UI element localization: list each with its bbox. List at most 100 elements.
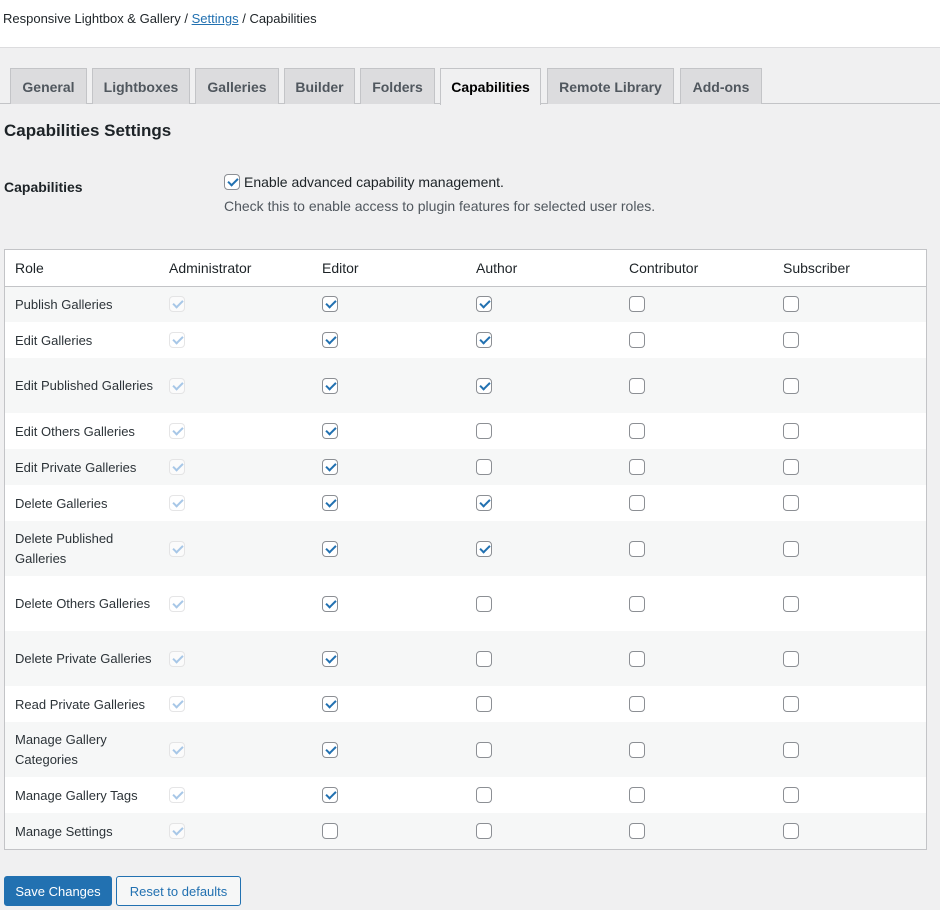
capability-checkbox-author[interactable] xyxy=(476,332,492,348)
capability-checkbox-contributor[interactable] xyxy=(629,332,645,348)
capability-checkbox-editor[interactable] xyxy=(322,377,338,394)
capability-checkbox-contributor[interactable] xyxy=(629,459,645,475)
capability-checkbox-subscriber[interactable] xyxy=(783,595,799,612)
breadcrumb-current: Capabilities xyxy=(249,11,317,26)
role-cell-editor xyxy=(312,286,466,322)
capability-checkbox-editor[interactable] xyxy=(322,296,338,313)
capability-checkbox-author[interactable] xyxy=(476,423,492,439)
capability-checkbox-contributor[interactable] xyxy=(629,595,645,612)
role-cell-contributor xyxy=(619,813,773,849)
capability-checkbox-author[interactable] xyxy=(476,540,492,557)
capability-checkbox-contributor[interactable] xyxy=(629,741,645,758)
role-cell-author xyxy=(466,631,619,686)
capability-checkbox-subscriber[interactable] xyxy=(783,650,799,667)
capability-checkbox-editor[interactable] xyxy=(322,423,338,439)
capability-checkbox-subscriber[interactable] xyxy=(783,741,799,758)
capability-checkbox-editor[interactable] xyxy=(322,696,338,712)
reset-defaults-button[interactable]: Reset to defaults xyxy=(116,876,241,906)
capability-checkbox-editor[interactable] xyxy=(322,787,338,803)
capability-checkbox-contributor[interactable] xyxy=(629,377,645,394)
capability-checkbox-contributor[interactable] xyxy=(629,540,645,557)
capability-checkbox-author[interactable] xyxy=(476,650,492,667)
table-row: Delete Others Galleries xyxy=(5,576,926,631)
column-header-role: Role xyxy=(5,250,159,287)
capability-checkbox-subscriber[interactable] xyxy=(783,823,799,839)
capability-checkbox-author[interactable] xyxy=(476,696,492,712)
tab-folders[interactable]: Folders xyxy=(360,68,435,104)
role-cell-subscriber xyxy=(773,322,926,358)
role-cell-contributor xyxy=(619,286,773,322)
capability-checkbox-editor[interactable] xyxy=(322,540,338,557)
tab-general[interactable]: General xyxy=(10,68,87,104)
role-cell-editor xyxy=(312,485,466,521)
capability-checkbox-administrator xyxy=(169,332,185,348)
capability-checkbox-author[interactable] xyxy=(476,787,492,803)
table-row: Manage Gallery Categories xyxy=(5,722,926,777)
enable-capability-management[interactable]: Enable advanced capability management. xyxy=(224,174,504,190)
capability-checkbox-subscriber[interactable] xyxy=(783,495,799,511)
capability-checkbox-contributor[interactable] xyxy=(629,696,645,712)
role-cell-editor xyxy=(312,576,466,631)
role-cell-editor xyxy=(312,631,466,686)
capability-checkbox-editor[interactable] xyxy=(322,332,338,348)
capability-checkbox-editor[interactable] xyxy=(322,650,338,667)
capability-checkbox-contributor[interactable] xyxy=(629,296,645,313)
tab-capabilities[interactable]: Capabilities xyxy=(440,68,541,105)
capability-checkbox-subscriber[interactable] xyxy=(783,787,799,803)
capability-checkbox-author[interactable] xyxy=(476,823,492,839)
tab-galleries[interactable]: Galleries xyxy=(195,68,279,104)
capability-checkbox-subscriber[interactable] xyxy=(783,540,799,557)
capability-checkbox-author[interactable] xyxy=(476,296,492,313)
save-changes-button[interactable]: Save Changes xyxy=(4,876,112,906)
capability-checkbox-editor[interactable] xyxy=(322,495,338,511)
table-row: Edit Others Galleries xyxy=(5,413,926,449)
role-cell-subscriber xyxy=(773,777,926,813)
role-cell-administrator xyxy=(159,449,312,485)
capability-checkbox-author[interactable] xyxy=(476,495,492,511)
capability-checkbox-author[interactable] xyxy=(476,741,492,758)
capability-checkbox-contributor[interactable] xyxy=(629,423,645,439)
breadcrumb-plugin: Responsive Lightbox & Gallery xyxy=(3,11,181,26)
breadcrumb-settings-link[interactable]: Settings xyxy=(192,11,239,26)
capability-checkbox-subscriber[interactable] xyxy=(783,377,799,394)
capability-checkbox-author[interactable] xyxy=(476,459,492,475)
capability-checkbox-administrator xyxy=(169,377,185,394)
capability-checkbox-subscriber[interactable] xyxy=(783,423,799,439)
role-cell-administrator xyxy=(159,686,312,722)
capability-checkbox-subscriber[interactable] xyxy=(783,332,799,348)
capability-checkbox-editor[interactable] xyxy=(322,823,338,839)
role-cell-author xyxy=(466,777,619,813)
capability-checkbox-subscriber[interactable] xyxy=(783,459,799,475)
capability-checkbox-contributor[interactable] xyxy=(629,650,645,667)
capability-checkbox-author[interactable] xyxy=(476,377,492,394)
role-cell-administrator xyxy=(159,413,312,449)
capability-label: Edit Others Galleries xyxy=(5,413,159,449)
role-cell-editor xyxy=(312,358,466,413)
capability-label: Edit Galleries xyxy=(5,322,159,358)
capability-checkbox-editor[interactable] xyxy=(322,459,338,475)
capability-checkbox-subscriber[interactable] xyxy=(783,296,799,313)
role-cell-author xyxy=(466,521,619,576)
tab-lightboxes[interactable]: Lightboxes xyxy=(92,68,190,104)
enable-capability-checkbox[interactable] xyxy=(224,174,240,190)
capability-checkbox-subscriber[interactable] xyxy=(783,696,799,712)
role-cell-administrator xyxy=(159,631,312,686)
capability-checkbox-contributor[interactable] xyxy=(629,787,645,803)
capability-checkbox-administrator xyxy=(169,696,185,712)
capability-checkbox-contributor[interactable] xyxy=(629,823,645,839)
tab-builder[interactable]: Builder xyxy=(284,68,355,104)
tab-add-ons[interactable]: Add-ons xyxy=(680,68,762,104)
role-cell-author xyxy=(466,576,619,631)
role-cell-author xyxy=(466,722,619,777)
capability-checkbox-editor[interactable] xyxy=(322,595,338,612)
capability-checkbox-editor[interactable] xyxy=(322,741,338,758)
role-cell-subscriber xyxy=(773,813,926,849)
tab-remote-library[interactable]: Remote Library xyxy=(547,68,674,104)
capability-checkbox-author[interactable] xyxy=(476,595,492,612)
role-cell-subscriber xyxy=(773,686,926,722)
capability-checkbox-contributor[interactable] xyxy=(629,495,645,511)
table-row: Edit Published Galleries xyxy=(5,358,926,413)
capability-label: Manage Gallery Categories xyxy=(5,722,159,777)
role-cell-editor xyxy=(312,449,466,485)
role-cell-author xyxy=(466,413,619,449)
